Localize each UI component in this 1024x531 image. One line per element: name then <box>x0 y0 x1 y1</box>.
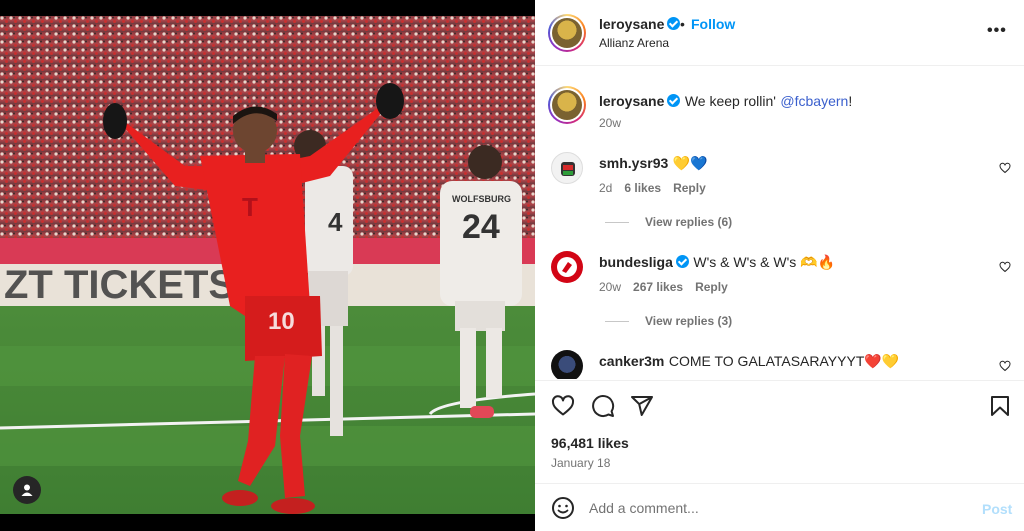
comment-meta: 20w 267 likes Reply <box>599 280 728 294</box>
svg-text:T: T <box>242 192 258 222</box>
comment-text: COME TO GALATASARAYYYT❤️💛 <box>668 353 900 369</box>
person-icon <box>21 484 33 496</box>
verified-icon <box>667 94 681 107</box>
comment-avatar[interactable] <box>551 152 583 184</box>
comment-avatar[interactable] <box>551 251 583 283</box>
follow-button[interactable]: Follow <box>691 16 735 32</box>
view-replies-button[interactable]: View replies (6) <box>605 215 732 229</box>
caption-avatar[interactable] <box>548 86 586 124</box>
post-header: leroysane • Follow Allianz Arena ••• <box>535 0 1024 66</box>
post-details-panel: leroysane • Follow Allianz Arena ••• ler… <box>535 0 1024 531</box>
comment-meta: 2d 6 likes Reply <box>599 181 706 195</box>
comment-like-icon[interactable] <box>999 360 1011 372</box>
comment-row: bundesliga W's & W's & W's 🫶🔥 <box>599 254 835 272</box>
likes-count[interactable]: 96,481 likes <box>551 435 629 451</box>
author-username[interactable]: leroysane <box>599 16 681 32</box>
share-icon[interactable] <box>630 394 654 418</box>
view-replies-button[interactable]: View replies (3) <box>605 314 732 328</box>
jersey-number-10: 10 <box>268 308 295 335</box>
like-icon[interactable] <box>551 394 575 418</box>
verified-icon <box>675 255 689 268</box>
post-actions: 96,481 likes January 18 <box>535 380 1024 480</box>
caption-text: We keep rollin' <box>684 93 776 109</box>
jersey-number-4: 4 <box>328 207 343 237</box>
comment-like-icon[interactable] <box>999 261 1011 273</box>
reply-button[interactable]: Reply <box>695 280 728 294</box>
reply-button[interactable]: Reply <box>673 181 706 195</box>
comment-text: W's & W's & W's 🫶🔥 <box>693 254 836 270</box>
comment-icon[interactable] <box>591 394 615 418</box>
emoji-icon[interactable] <box>551 496 575 520</box>
comment-time[interactable]: 2d <box>599 181 612 195</box>
post-date[interactable]: January 18 <box>551 456 610 470</box>
comment-input[interactable] <box>589 494 969 522</box>
comment-like-icon[interactable] <box>999 162 1011 174</box>
comment-row: smh.ysr93 💛💙 <box>599 155 708 173</box>
verified-icon <box>667 17 681 30</box>
comment-row: canker3m COME TO GALATASARAYYYT❤️💛 <box>599 353 899 371</box>
comment-text: 💛💙 <box>672 155 708 171</box>
post-location[interactable]: Allianz Arena <box>599 36 669 50</box>
post-button[interactable]: Post <box>982 501 1012 517</box>
caption-mention[interactable]: @fcbayern <box>780 93 848 109</box>
comment-likes[interactable]: 267 likes <box>633 280 683 294</box>
comment-username[interactable]: canker3m <box>599 353 664 369</box>
post-media[interactable]: ZT TICKETS SIC 4 WOLFSBURG 24 T 10 <box>0 0 535 531</box>
comment-composer: Post <box>535 483 1024 531</box>
comment-likes[interactable]: 6 likes <box>624 181 661 195</box>
caption: leroysane We keep rollin' @fcbayern! <box>599 93 852 111</box>
comment-time[interactable]: 20w <box>599 280 621 294</box>
author-avatar[interactable] <box>548 14 586 52</box>
save-icon[interactable] <box>988 394 1012 418</box>
separator-dot: • <box>680 16 685 32</box>
caption-time[interactable]: 20w <box>599 116 621 130</box>
more-options-icon[interactable]: ••• <box>987 22 1007 40</box>
comments-list[interactable]: leroysane We keep rollin' @fcbayern! 20w… <box>535 67 1024 379</box>
jersey-number-24: 24 <box>462 208 500 246</box>
post-photo: ZT TICKETS SIC 4 WOLFSBURG 24 T 10 <box>0 16 535 514</box>
comment-username[interactable]: bundesliga <box>599 254 673 270</box>
jersey-sponsor-back: WOLFSBURG <box>452 194 511 204</box>
tagged-users-button[interactable] <box>13 476 41 504</box>
comment-avatar[interactable] <box>551 350 583 379</box>
comment-username[interactable]: smh.ysr93 <box>599 155 668 171</box>
caption-username[interactable]: leroysane <box>599 93 664 109</box>
caption-end: ! <box>848 93 853 109</box>
